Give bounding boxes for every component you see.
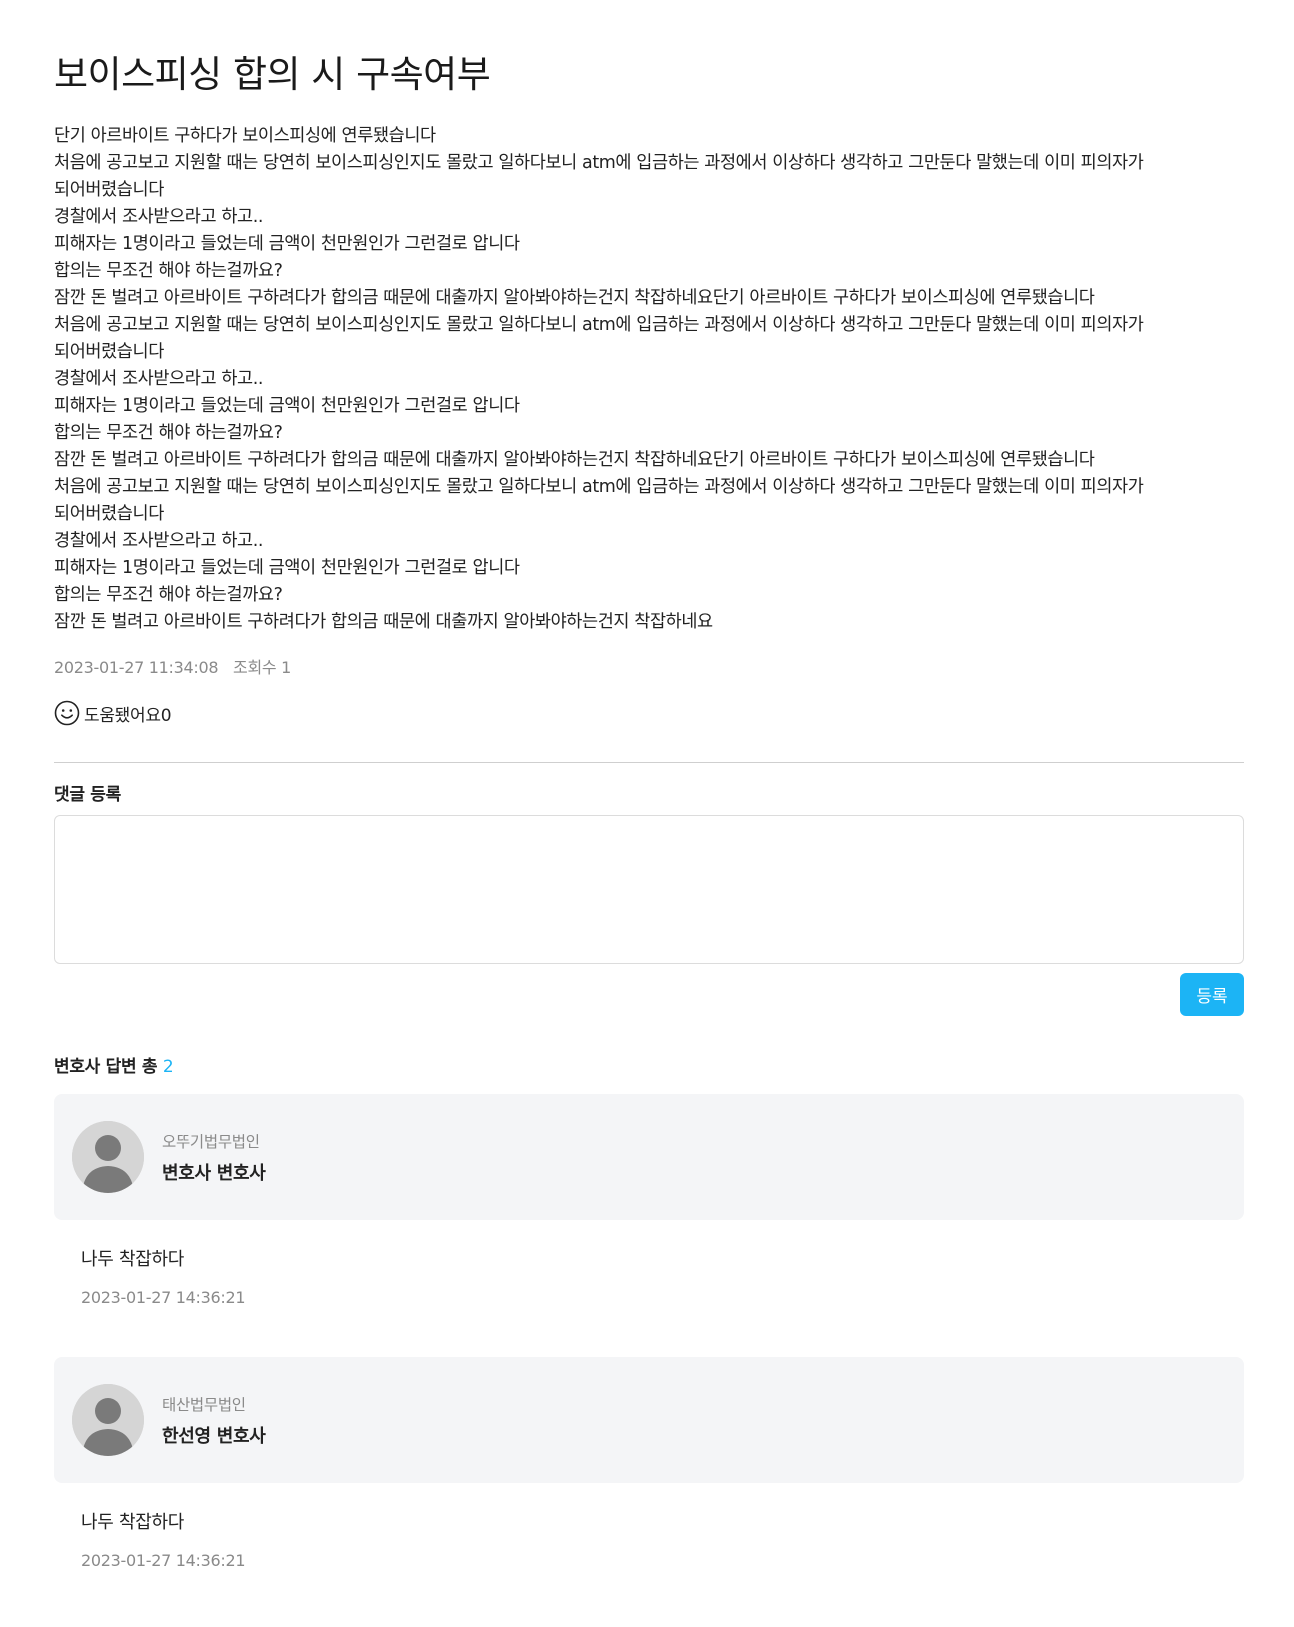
post-date: 2023-01-27 11:34:08	[54, 658, 219, 677]
answers-count-number: 2	[162, 1057, 174, 1077]
comment-input[interactable]	[54, 815, 1244, 964]
post-body-line: 피해자는 1명이라고 들었는데 금액이 천만원인가 그런걸로 압니다	[54, 234, 520, 254]
post-meta: 2023-01-27 11:34:08 조회수 1	[54, 654, 301, 678]
answers-heading: 변호사 답변 총	[54, 1057, 158, 1077]
post-body-line: 경찰에서 조사받으라고 하고..	[54, 369, 264, 389]
page-title: 보이스피싱 합의 시 구속여부	[54, 53, 491, 96]
post-body-line: 되어버렸습니다	[54, 342, 164, 362]
answers-count: 변호사 답변 총 2	[54, 1052, 174, 1077]
post-body: 단기 아르바이트 구하다가 보이스피싱에 연루됐습니다 처음에 공고보고 지원할…	[54, 123, 1244, 636]
post-body-line: 잠깐 돈 벌려고 아르바이트 구하려다가 합의금 때문에 대출까지 알아봐야하는…	[54, 612, 713, 632]
answer-date: 2023-01-27 14:36:21	[81, 1288, 246, 1307]
lawyer-name[interactable]: 한선영 변호사	[162, 1422, 266, 1448]
smiley-icon	[54, 700, 80, 726]
post-body-line: 잠깐 돈 벌려고 아르바이트 구하려다가 합의금 때문에 대출까지 알아봐야하는…	[54, 288, 1095, 308]
post-body-line: 경찰에서 조사받으라고 하고..	[54, 207, 264, 227]
post-body-line: 단기 아르바이트 구하다가 보이스피싱에 연루됐습니다	[54, 126, 436, 146]
avatar[interactable]	[72, 1121, 144, 1193]
answer-text: 나두 착잡하다	[81, 1249, 184, 1270]
post-body-line: 처음에 공고보고 지원할 때는 당연히 보이스피싱인지도 몰랐고 일하다보니 a…	[54, 477, 1144, 497]
post-body-line: 되어버렸습니다	[54, 504, 164, 524]
post-body-line: 잠깐 돈 벌려고 아르바이트 구하려다가 합의금 때문에 대출까지 알아봐야하는…	[54, 450, 1095, 470]
post-body-line: 처음에 공고보고 지원할 때는 당연히 보이스피싱인지도 몰랐고 일하다보니 a…	[54, 315, 1144, 335]
avatar[interactable]	[72, 1384, 144, 1456]
post-body-line: 합의는 무조건 해야 하는걸까요?	[54, 585, 283, 605]
lawyer-card[interactable]: 오뚜기법무법인 변호사 변호사	[54, 1094, 1244, 1220]
post-body-line: 처음에 공고보고 지원할 때는 당연히 보이스피싱인지도 몰랐고 일하다보니 a…	[54, 153, 1144, 173]
user-silhouette-icon	[72, 1384, 144, 1456]
answer-date: 2023-01-27 14:36:21	[81, 1551, 246, 1570]
post-body-line: 피해자는 1명이라고 들었는데 금액이 천만원인가 그런걸로 압니다	[54, 396, 520, 416]
helpful-button[interactable]: 도움됐어요0	[54, 700, 172, 726]
helpful-label: 도움됐어요0	[84, 705, 172, 726]
law-firm-name: 태산법무법인	[162, 1396, 246, 1414]
question-page: 보이스피싱 합의 시 구속여부 단기 아르바이트 구하다가 보이스피싱에 연루됐…	[0, 0, 1294, 1627]
post-body-line: 경찰에서 조사받으라고 하고..	[54, 531, 264, 551]
post-body-line: 합의는 무조건 해야 하는걸까요?	[54, 423, 283, 443]
lawyer-name[interactable]: 변호사 변호사	[162, 1159, 266, 1185]
post-body-line: 피해자는 1명이라고 들었는데 금액이 천만원인가 그런걸로 압니다	[54, 558, 520, 578]
user-silhouette-icon	[72, 1121, 144, 1193]
post-body-line: 되어버렸습니다	[54, 180, 164, 200]
view-count: 조회수 1	[233, 658, 291, 677]
answer-text: 나두 착잡하다	[81, 1512, 184, 1533]
comment-label: 댓글 등록	[54, 785, 121, 805]
comment-submit-button[interactable]: 등록	[1180, 973, 1244, 1016]
post-body-line: 합의는 무조건 해야 하는걸까요?	[54, 261, 283, 281]
law-firm-name: 오뚜기법무법인	[162, 1133, 260, 1151]
lawyer-card[interactable]: 태산법무법인 한선영 변호사	[54, 1357, 1244, 1483]
section-divider	[54, 762, 1244, 763]
